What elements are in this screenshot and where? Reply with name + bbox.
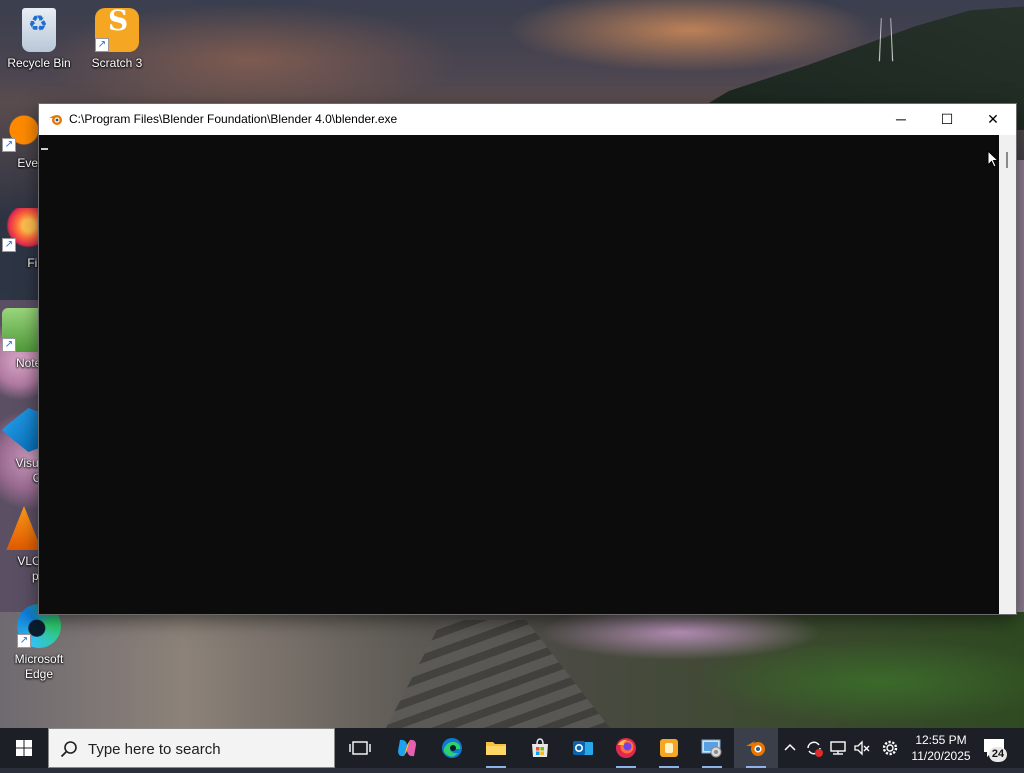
wallpaper-tower [878,18,894,62]
taskbar-copilot[interactable] [385,728,429,768]
chevron-up-icon [784,743,796,751]
volume-muted-icon [854,740,870,756]
console-scrollbar[interactable] [999,135,1016,614]
tray-volume[interactable] [852,738,872,758]
blender-icon [49,115,62,125]
taskbar-blender[interactable] [734,728,778,768]
shortcut-arrow-icon: ↗ [2,238,16,252]
tray-settings[interactable] [880,738,900,758]
copilot-icon [398,739,416,757]
clock-date: 11/20/2025 [911,749,971,763]
minimize-button[interactable]: ─ [878,104,924,135]
windows-logo-icon [16,740,32,756]
tray-network[interactable] [828,738,848,758]
shortcut-arrow-icon: ↗ [17,634,31,648]
desktop-icon-edge[interactable]: ↗ Microsoft Edge [1,604,77,682]
sync-error-icon [807,741,823,757]
taskbar: Type here to search 12:55 PM 11/20/2025 [0,728,1024,768]
taskbar-microsoft-store[interactable] [518,728,562,768]
taskbar-control-panel[interactable] [690,728,734,768]
taskbar-outlook[interactable] [561,728,605,768]
clock-time: 12:55 PM [915,733,967,747]
taskbar-file-explorer[interactable] [474,728,518,768]
tray-sync-status[interactable] [804,738,824,758]
recycle-bin-icon [22,8,56,52]
minimize-icon: ─ [896,111,906,127]
blender-icon [746,741,765,756]
taskbar-search-box[interactable]: Type here to search [48,728,335,768]
search-icon [60,741,77,758]
shortcut-arrow-icon: ↗ [95,38,109,52]
taskbar-task-view[interactable] [338,728,382,768]
scratch-icon [660,739,678,757]
window-title: C:\Program Files\Blender Foundation\Blen… [69,112,398,126]
firefox-icon [616,738,636,758]
gear-icon [882,740,898,756]
desktop-icon-scratch[interactable]: ↗ Scratch 3 [79,8,155,71]
shortcut-arrow-icon: ↗ [2,338,16,352]
mouse-pointer-icon [987,150,999,168]
maximize-button[interactable]: ☐ [924,104,970,135]
console-cursor [41,148,48,150]
scrollbar-thumb[interactable] [1006,152,1008,168]
store-icon [532,738,548,757]
show-hidden-icons-button[interactable] [780,738,800,758]
control-panel-icon [701,739,722,758]
console-output-area[interactable] [39,135,999,614]
taskbar-clock[interactable]: 12:55 PM 11/20/2025 [906,732,976,764]
task-view-icon [349,741,371,755]
desktop-icon-label-line2: Edge [24,667,54,681]
taskbar-edge[interactable] [430,728,474,768]
desktop-icon-label: Recycle Bin [7,56,71,70]
start-button[interactable] [0,728,48,768]
network-icon [830,741,846,755]
wallpaper-blossoms-right [1016,160,1024,620]
close-icon: ✕ [987,111,999,127]
blender-console-window[interactable]: C:\Program Files\Blender Foundation\Blen… [39,104,1016,614]
taskbar-firefox[interactable] [604,728,648,768]
taskbar-scratch[interactable] [647,728,691,768]
notification-count-badge: 24 [989,747,1007,762]
maximize-icon: ☐ [940,111,954,127]
folder-icon [486,742,506,755]
search-placeholder: Type here to search [88,741,221,758]
desktop-icon-label: Scratch 3 [91,56,143,70]
window-titlebar[interactable]: C:\Program Files\Blender Foundation\Blen… [39,104,1016,135]
close-button[interactable]: ✕ [970,104,1016,135]
scratch-icon: ↗ [95,8,139,52]
shortcut-arrow-icon: ↗ [2,138,16,152]
desktop-icon-recycle-bin[interactable]: Recycle Bin [1,8,77,71]
outlook-icon [573,741,593,755]
desktop-icon-label: Microsoft [14,652,64,666]
edge-icon [442,738,462,758]
